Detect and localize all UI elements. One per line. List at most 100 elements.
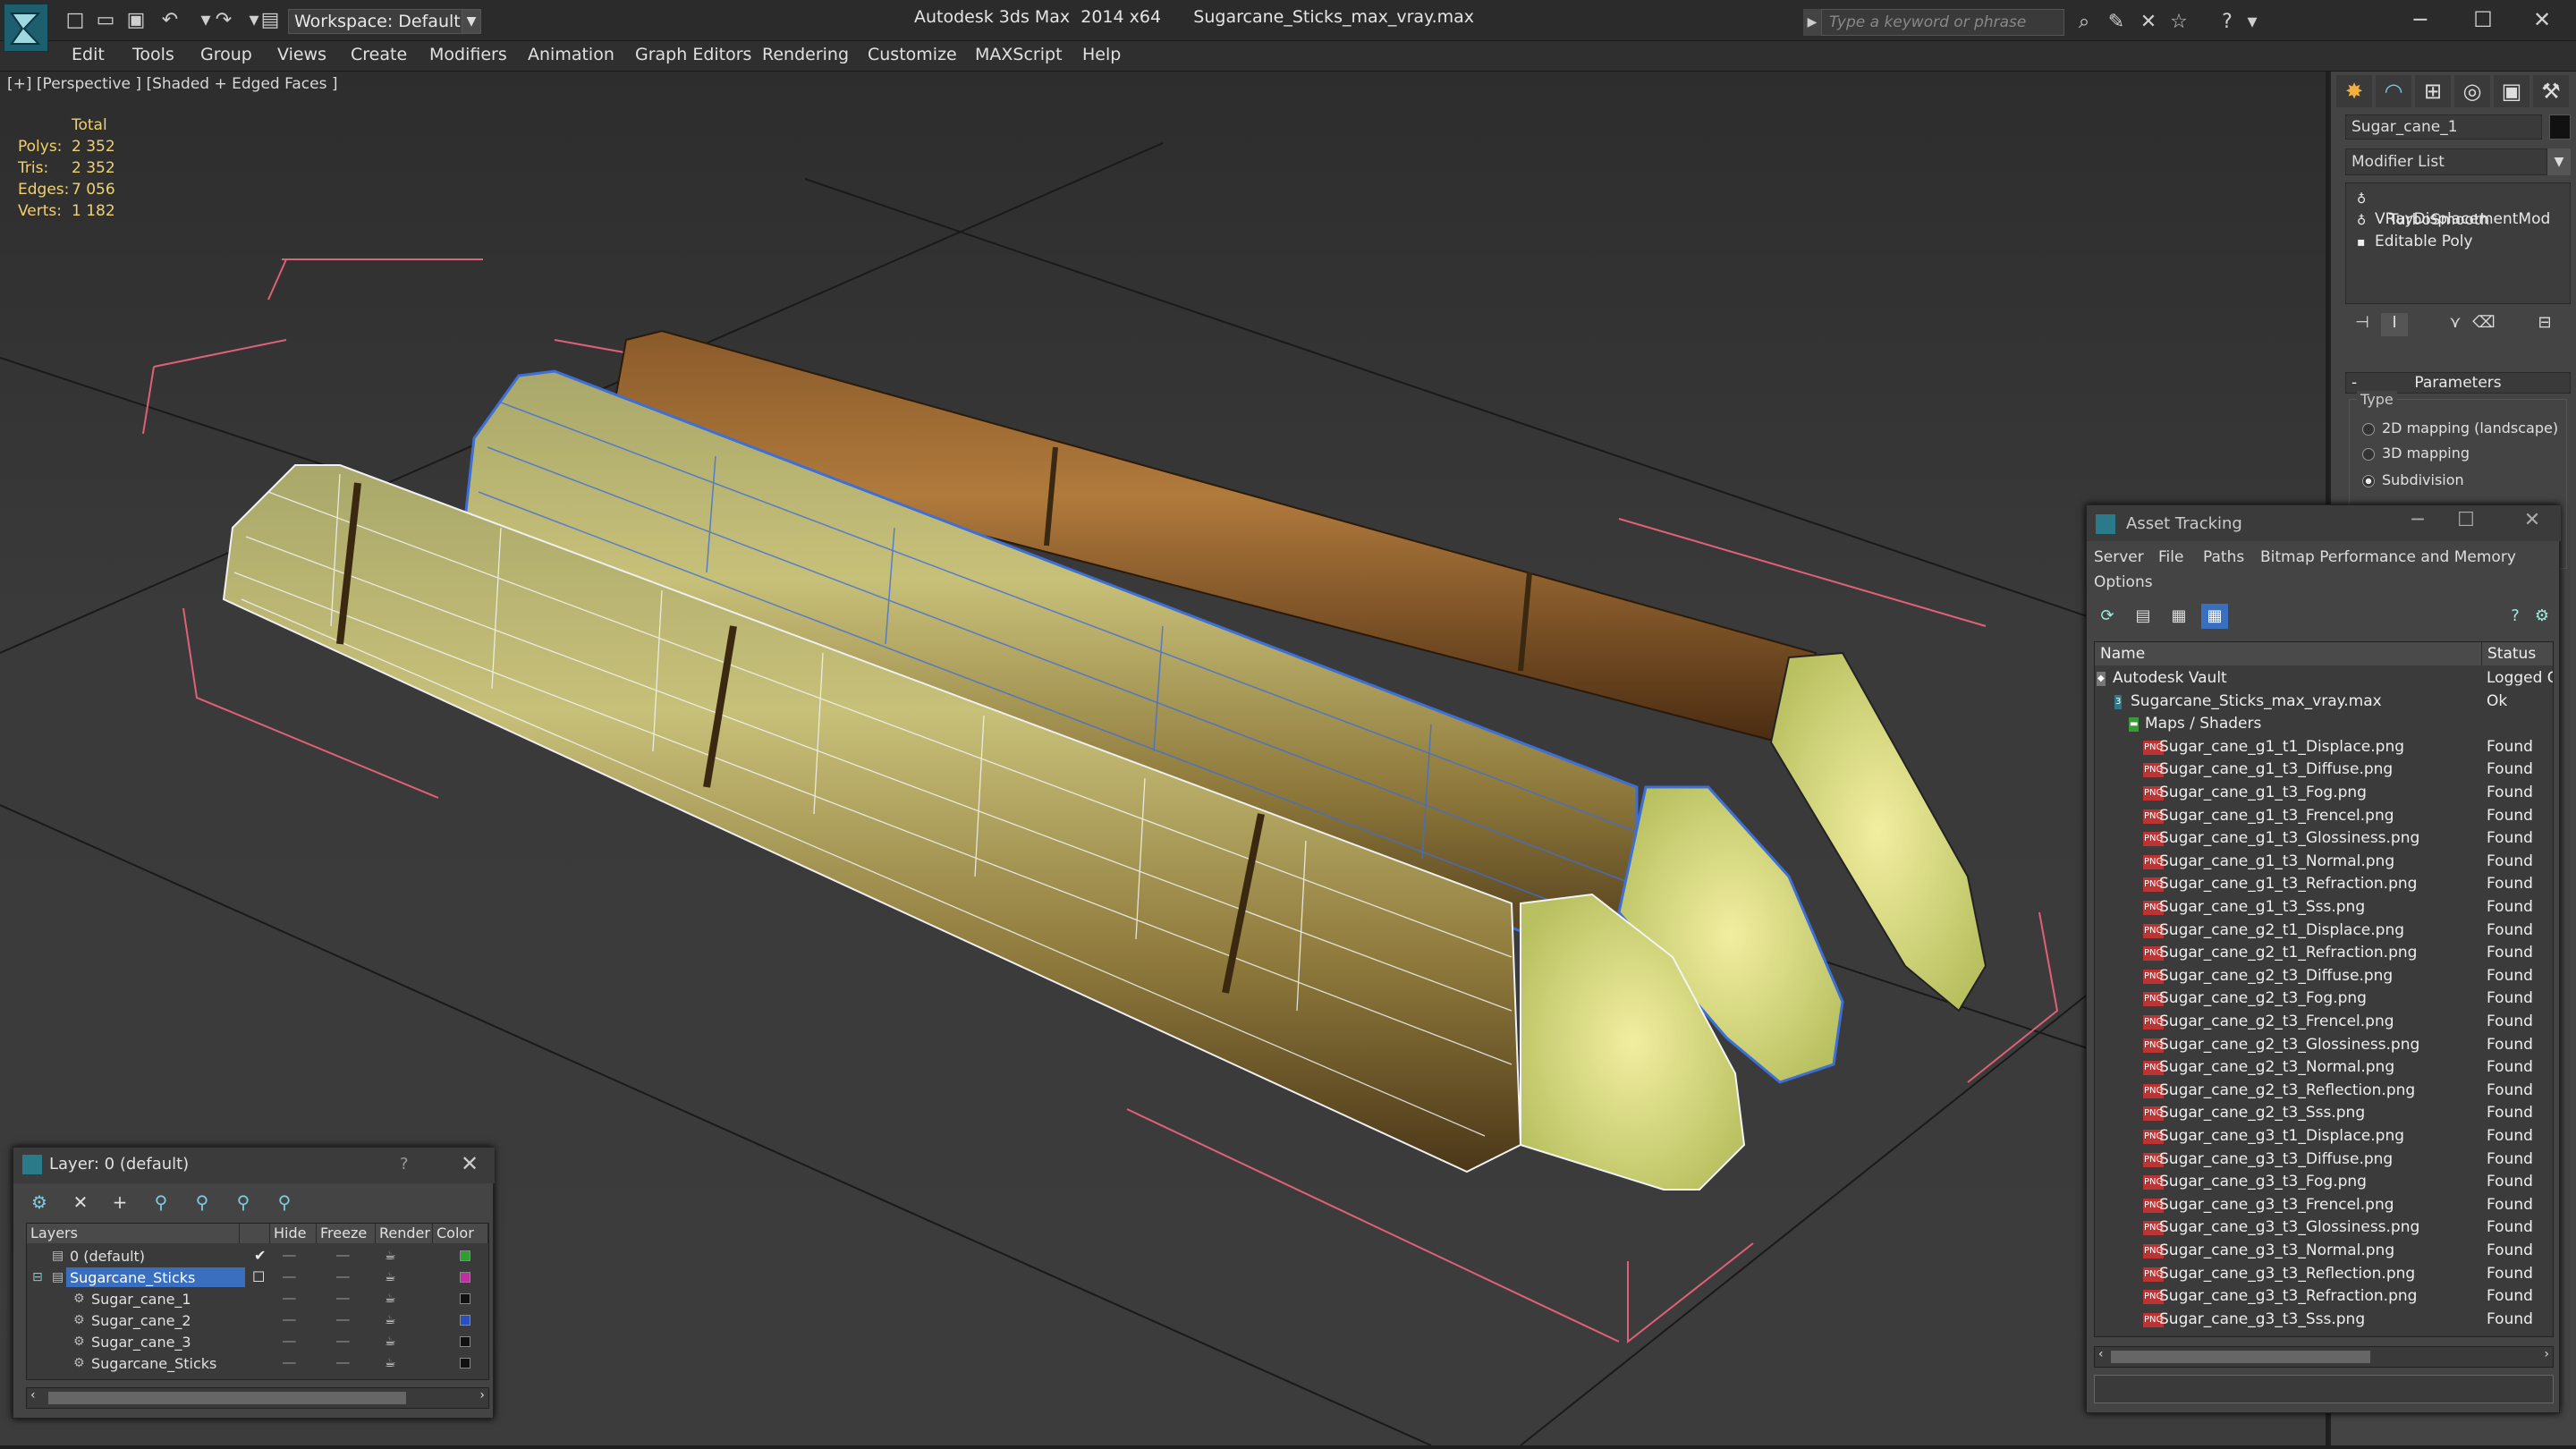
render-teapot-icon[interactable]: ☕ (385, 1331, 396, 1352)
undo-icon[interactable]: ↶ (157, 9, 182, 32)
workspace-dropdown[interactable]: Workspace: Default (288, 9, 479, 34)
create-layer-icon[interactable]: ⚙ (26, 1189, 53, 1216)
hide-toggle[interactable]: ── (283, 1288, 295, 1309)
object-name[interactable]: Sugar_cane_3 (88, 1332, 195, 1352)
thumbnail-view-icon[interactable]: ▦ (2165, 604, 2192, 629)
expand-icon[interactable]: ▪ (2357, 233, 2371, 252)
asset-row[interactable]: PNG Sugar_cane_g1_t3_Sss.png Found (2095, 896, 2553, 919)
dialog-title-bar[interactable]: Asset Tracking ─ ☐ ✕ (2087, 505, 2561, 541)
save-file-icon[interactable]: ▣ (123, 9, 148, 32)
column-header-color[interactable]: Color (433, 1224, 488, 1243)
add-to-layer-icon[interactable]: + (106, 1189, 133, 1216)
help-dropdown-icon[interactable]: ▾ (2238, 9, 2267, 36)
layer-color-swatch[interactable] (460, 1293, 470, 1304)
menu-file[interactable]: File (2158, 548, 2183, 566)
project-folder-icon[interactable]: ▤ (258, 9, 283, 32)
column-header-freeze[interactable]: Freeze (317, 1224, 376, 1243)
render-teapot-icon[interactable]: ☕ (385, 1245, 396, 1267)
modifier-stack-item[interactable]: ♁VRayDisplacementMod (2353, 189, 2564, 228)
asset-row[interactable]: PNG Sugar_cane_g1_t3_Fog.png Found (2095, 782, 2553, 805)
hide-toggle[interactable]: ── (283, 1352, 295, 1374)
asset-row[interactable]: PNG Sugar_cane_g1_t1_Displace.png Found (2095, 736, 2553, 759)
asset-row[interactable]: PNG Sugar_cane_g1_t3_Refraction.png Found (2095, 873, 2553, 896)
chevron-down-icon[interactable]: ▼ (462, 9, 481, 34)
scrollbar-thumb[interactable] (48, 1392, 406, 1404)
freeze-toggle[interactable]: ── (336, 1288, 349, 1309)
layer-color-swatch[interactable] (460, 1358, 470, 1368)
radio-3d-mapping[interactable]: 3D mapping (2362, 445, 2470, 462)
asset-row[interactable]: PNG Sugar_cane_g2_t3_Sss.png Found (2095, 1102, 2553, 1125)
modifier-stack-item[interactable]: ▪ Editable Poly (2353, 232, 2564, 251)
render-teapot-icon[interactable]: ☕ (385, 1288, 396, 1309)
close-icon[interactable]: ✕ (2515, 4, 2569, 36)
redo-icon[interactable]: ↷ (211, 9, 236, 32)
object-color-swatch[interactable] (2549, 114, 2571, 140)
asset-row[interactable]: PNG Sugar_cane_g1_t3_Normal.png Found (2095, 851, 2553, 874)
configure-sets-icon[interactable]: ⊟ (2531, 313, 2558, 336)
minimize-icon[interactable]: ─ (2400, 509, 2436, 531)
asset-row[interactable]: PNG Sugar_cane_g3_t3_Reflection.png Found (2095, 1263, 2553, 1286)
favorites-star-icon[interactable]: ☆ (2165, 9, 2193, 36)
show-end-result-icon[interactable]: Ι (2381, 313, 2408, 336)
table-view-icon[interactable]: ▦ (2201, 604, 2228, 629)
menu-animation[interactable]: Animation (528, 45, 614, 64)
radio-subdivision[interactable]: Subdivision (2362, 471, 2464, 488)
help-icon[interactable]: ? (400, 1155, 409, 1174)
set-current-box[interactable]: ☐ (252, 1267, 265, 1288)
asset-row[interactable]: PNG Sugar_cane_g2_t1_Refraction.png Found (2095, 942, 2553, 965)
layer-color-swatch[interactable] (460, 1272, 470, 1283)
freeze-toggle[interactable]: ── (336, 1331, 349, 1352)
asset-row[interactable]: ▬ Maps / Shaders (2095, 713, 2553, 736)
asset-row[interactable]: PNG Sugar_cane_g2_t3_Frencel.png Found (2095, 1011, 2553, 1034)
render-teapot-icon[interactable]: ☕ (385, 1352, 396, 1374)
asset-row[interactable]: PNG Sugar_cane_g3_t1_Displace.png Found (2095, 1125, 2553, 1148)
asset-row[interactable]: PNG Sugar_cane_g2_t3_Normal.png Found (2095, 1056, 2553, 1080)
asset-path-field[interactable] (2094, 1375, 2554, 1403)
freeze-toggle[interactable]: ── (336, 1245, 349, 1267)
column-header-layers[interactable]: Layers (27, 1224, 240, 1243)
asset-row[interactable]: PNG Sugar_cane_g3_t3_Fog.png Found (2095, 1171, 2553, 1194)
viewport-label-menu[interactable]: [+] [Perspective ] [Shaded + Edged Faces… (7, 75, 337, 93)
maximize-icon[interactable]: ☐ (2448, 509, 2484, 531)
chevron-down-icon[interactable]: ▼ (2547, 148, 2571, 175)
pin-stack-icon[interactable]: ⊣ (2349, 313, 2376, 336)
menu-server[interactable]: Server (2094, 548, 2144, 566)
open-file-icon[interactable]: ▭ (93, 9, 118, 32)
display-tab-icon[interactable]: ▣ (2494, 75, 2529, 107)
layer-color-swatch[interactable] (460, 1315, 470, 1326)
refresh-icon[interactable]: ⟳ (2094, 604, 2121, 629)
layer-color-swatch[interactable] (460, 1336, 470, 1347)
minimize-icon[interactable]: ─ (2394, 4, 2447, 36)
radio-button[interactable] (2362, 447, 2375, 461)
chevron-right-icon[interactable]: › (2544, 1347, 2549, 1361)
layer-name[interactable]: 0 (default) (66, 1246, 148, 1266)
layer-row[interactable]: ⚙ Sugar_cane_3 ── ── ☕ (27, 1331, 488, 1352)
remove-modifier-icon[interactable]: ⌫ (2470, 313, 2497, 336)
asset-row[interactable]: PNG Sugar_cane_g3_t3_Diffuse.png Found (2095, 1148, 2553, 1172)
communication-icon[interactable]: ✕ (2134, 9, 2163, 36)
layer-color-swatch[interactable] (460, 1250, 470, 1261)
radio-button[interactable] (2362, 422, 2375, 436)
collapse-icon[interactable]: ⊟ (32, 1267, 43, 1288)
help-icon[interactable]: ? (2502, 604, 2529, 629)
menu-tools[interactable]: Tools (132, 45, 174, 64)
asset-row[interactable]: PNG Sugar_cane_g3_t3_Normal.png Found (2095, 1240, 2553, 1263)
binoculars-icon[interactable]: ⌕ (2070, 9, 2098, 36)
highlight-layer-icon[interactable]: ⚲ (189, 1189, 216, 1216)
scrollbar-thumb[interactable] (2111, 1351, 2370, 1363)
horizontal-scrollbar[interactable]: ‹ › (2094, 1346, 2554, 1368)
search-input[interactable]: Type a keyword or phrase (1821, 9, 2064, 36)
asset-row[interactable]: PNG Sugar_cane_g3_t3_Refraction.png Found (2095, 1285, 2553, 1309)
render-teapot-icon[interactable]: ☕ (385, 1267, 396, 1288)
lightbulb-icon[interactable]: ♁ (2357, 211, 2371, 231)
radio-button-selected[interactable] (2362, 474, 2375, 487)
layer-name[interactable]: Sugarcane_Sticks (66, 1267, 245, 1287)
asset-row[interactable]: ◆ Autodesk Vault Logged O (2095, 667, 2553, 691)
asset-row[interactable]: PNG Sugar_cane_g2_t3_Diffuse.png Found (2095, 965, 2553, 988)
utilities-tab-icon[interactable]: ⚒ (2533, 75, 2569, 107)
asset-row[interactable]: PNG Sugar_cane_g3_t3_Glossiness.png Found (2095, 1216, 2553, 1240)
column-header-name[interactable]: Name (2100, 642, 2145, 665)
current-layer-checkmark-icon[interactable]: ✔ (254, 1245, 266, 1267)
modifier-list-dropdown[interactable]: Modifier List (2345, 148, 2547, 175)
close-icon[interactable]: ✕ (461, 1151, 479, 1176)
